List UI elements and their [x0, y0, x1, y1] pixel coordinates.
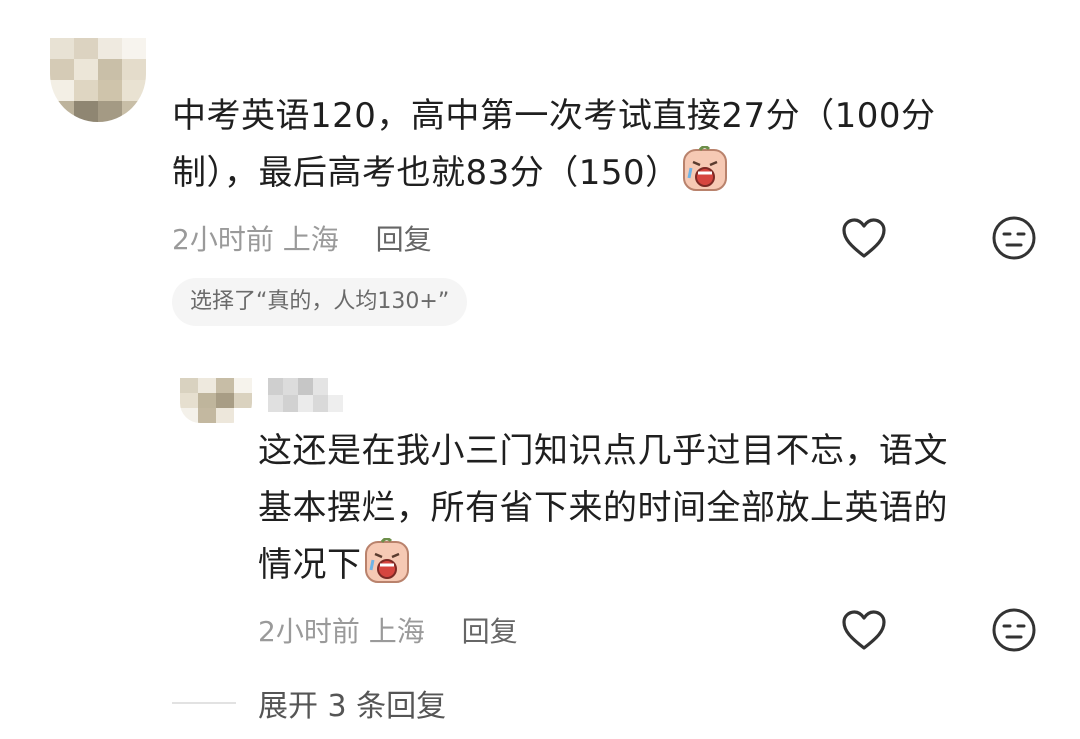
- avatar[interactable]: [180, 378, 252, 423]
- username[interactable]: [268, 378, 343, 412]
- poll-choice-tag: 选择了“真的，人均130+”: [172, 278, 468, 326]
- location: 上海: [368, 615, 425, 648]
- crying-face-emoji: [364, 537, 410, 602]
- comment-meta: 2小时前 上海 回复: [172, 218, 432, 258]
- comment-text: 这还是在我小三门知识点几乎过目不忘，语文 基本摆烂，所有省下来的时间全部放上英语…: [258, 423, 1048, 602]
- neutral-face-icon[interactable]: [990, 606, 1038, 654]
- heart-outline-icon[interactable]: [840, 606, 888, 654]
- crying-face-emoji: [682, 145, 728, 210]
- comment-line: 这还是在我小三门知识点几乎过目不忘，语文: [258, 431, 948, 471]
- avatar[interactable]: [50, 38, 146, 122]
- location: 上海: [282, 223, 339, 256]
- comment-line: 中考英语120，高中第一次考试直接27分（100分: [172, 96, 936, 136]
- comment-line: 基本摆烂，所有省下来的时间全部放上英语的: [258, 488, 948, 528]
- neutral-face-icon[interactable]: [990, 214, 1038, 262]
- reply-button[interactable]: 回复: [376, 223, 432, 256]
- reply-button[interactable]: 回复: [462, 615, 518, 648]
- comment-line: 情况下: [258, 537, 1048, 602]
- comment-line: 制），最后高考也就83分（150）: [172, 145, 1052, 210]
- comment-meta: 2小时前 上海 回复: [258, 610, 518, 650]
- comment-text: 中考英语120，高中第一次考试直接27分（100分 制），最后高考也就83分（1…: [172, 88, 1052, 210]
- timestamp: 2小时前: [258, 615, 360, 648]
- divider: [172, 702, 236, 704]
- timestamp: 2小时前: [172, 223, 274, 256]
- heart-outline-icon[interactable]: [840, 214, 888, 262]
- expand-replies-button[interactable]: 展开 3 条回复: [258, 681, 446, 725]
